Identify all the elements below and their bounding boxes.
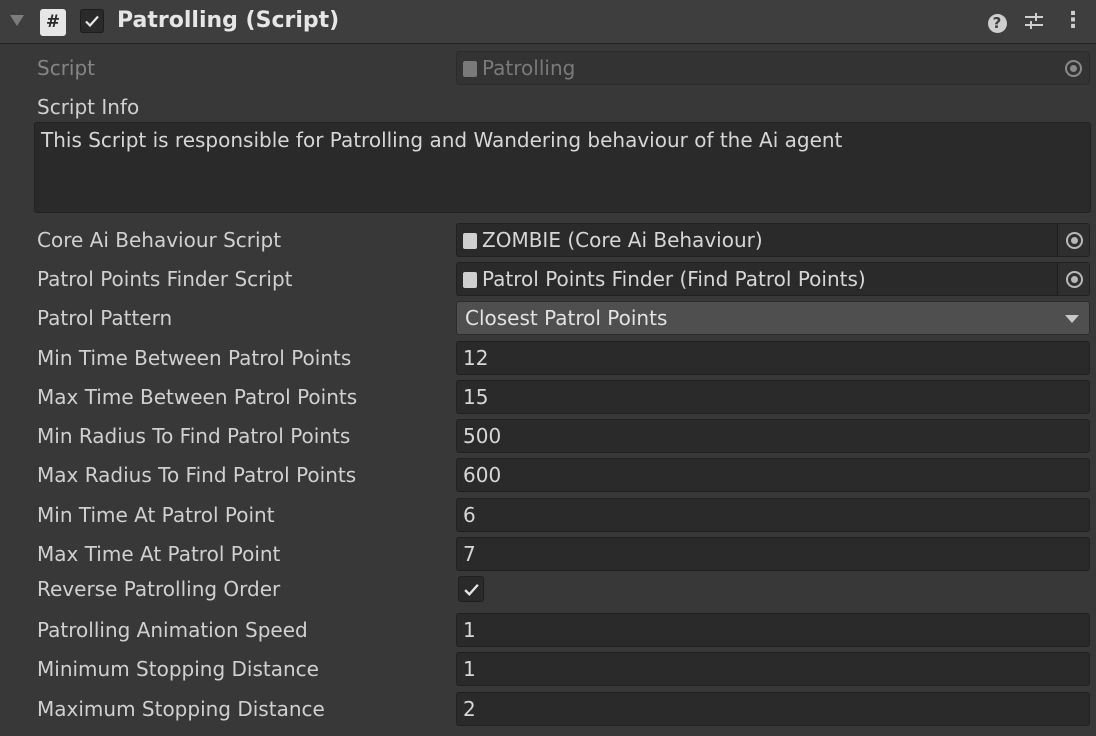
anim-speed-field[interactable]: 1 xyxy=(456,613,1090,647)
min-radius-field[interactable]: 500 xyxy=(456,419,1090,453)
context-menu-icon[interactable]: ⋮ xyxy=(1060,8,1086,34)
component-enabled-checkbox[interactable] xyxy=(80,9,104,33)
finder-value: Patrol Points Finder (Find Patrol Points… xyxy=(482,267,866,291)
help-icon[interactable]: ? xyxy=(984,8,1010,34)
min-time-at-field[interactable]: 6 xyxy=(456,498,1090,532)
object-picker-icon[interactable] xyxy=(1057,52,1089,84)
component-title: Patrolling (Script) xyxy=(117,8,340,33)
checkmark-icon xyxy=(85,15,99,28)
finder-field[interactable]: Patrol Points Finder (Find Patrol Points… xyxy=(456,262,1090,296)
max-stop-field[interactable]: 2 xyxy=(456,692,1090,726)
max-time-between-field[interactable]: 15 xyxy=(456,380,1090,414)
min-time-between-label: Min Time Between Patrol Points xyxy=(37,346,352,370)
reverse-order-checkbox[interactable] xyxy=(458,576,484,602)
core-ai-value: ZOMBIE (Core Ai Behaviour) xyxy=(482,228,763,252)
max-radius-label: Max Radius To Find Patrol Points xyxy=(37,463,357,487)
pattern-value: Closest Patrol Points xyxy=(465,306,668,330)
max-time-at-label: Max Time At Patrol Point xyxy=(37,542,281,566)
min-time-at-label: Min Time At Patrol Point xyxy=(37,503,275,527)
foldout-arrow-icon[interactable] xyxy=(10,15,24,26)
pattern-label: Patrol Pattern xyxy=(37,306,173,330)
script-asset-icon xyxy=(463,272,477,288)
min-radius-label: Min Radius To Find Patrol Points xyxy=(37,424,351,448)
finder-label: Patrol Points Finder Script xyxy=(37,267,293,291)
object-picker-icon[interactable] xyxy=(1057,224,1089,256)
script-asset-icon xyxy=(463,233,477,249)
min-time-between-field[interactable]: 12 xyxy=(456,341,1090,375)
pattern-dropdown[interactable]: Closest Patrol Points xyxy=(456,301,1090,335)
max-time-between-label: Max Time Between Patrol Points xyxy=(37,385,358,409)
object-picker-icon[interactable] xyxy=(1057,263,1089,295)
script-icon: # xyxy=(40,9,66,36)
script-asset-icon xyxy=(463,61,477,77)
anim-speed-label: Patrolling Animation Speed xyxy=(37,618,308,642)
min-stop-label: Minimum Stopping Distance xyxy=(37,657,319,681)
script-field[interactable]: Patrolling xyxy=(456,51,1090,85)
script-label: Script xyxy=(37,56,96,80)
presets-icon[interactable] xyxy=(1021,8,1047,34)
component-header[interactable]: # Patrolling (Script) ? ⋮ xyxy=(0,0,1096,44)
script-info-textarea[interactable]: This Script is responsible for Patrollin… xyxy=(34,122,1091,213)
script-info-text: This Script is responsible for Patrollin… xyxy=(41,128,843,152)
dropdown-arrow-icon xyxy=(1065,315,1079,323)
script-value: Patrolling xyxy=(482,56,576,80)
core-ai-field[interactable]: ZOMBIE (Core Ai Behaviour) xyxy=(456,223,1090,257)
core-ai-label: Core Ai Behaviour Script xyxy=(37,228,282,252)
max-stop-label: Maximum Stopping Distance xyxy=(37,697,325,721)
max-radius-field[interactable]: 600 xyxy=(456,458,1090,492)
checkmark-icon xyxy=(464,583,479,596)
reverse-order-label: Reverse Patrolling Order xyxy=(37,577,281,601)
min-stop-field[interactable]: 1 xyxy=(456,652,1090,686)
max-time-at-field[interactable]: 7 xyxy=(456,537,1090,571)
script-info-label: Script Info xyxy=(37,95,140,119)
